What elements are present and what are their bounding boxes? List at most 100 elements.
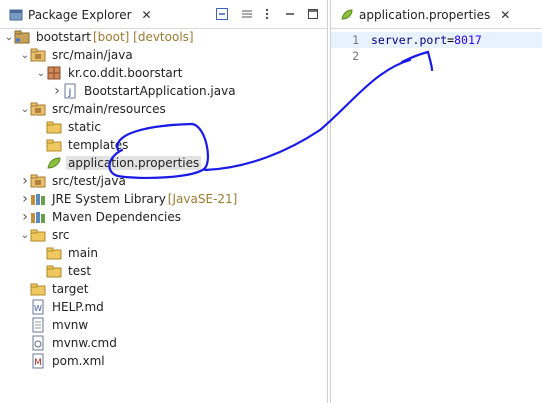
maximize-icon[interactable] [306,7,320,21]
line-number: 1 [352,33,359,47]
tab-application-properties[interactable]: application.properties ✕ [335,3,514,27]
code-line[interactable]: 2 [331,48,542,64]
folder-icon [30,227,46,243]
tree-item-label: mvnw.cmd [52,336,117,350]
tree-item-label: static [68,120,101,134]
folder-icon [46,119,62,135]
code-editor[interactable]: 1 server.port = 8017 2 [331,28,542,403]
tree-item[interactable]: › J BootstartApplication.java [0,82,327,100]
tree-item-label: src/test/java [52,174,126,188]
cmd-file-icon [30,335,46,351]
tree-item[interactable]: mvnw.cmd [0,334,327,352]
tree-item-label: Maven Dependencies [52,210,182,224]
tree-item-label: templates [68,138,129,152]
source-folder-icon [30,47,46,63]
maven-pom-icon: M [30,353,46,369]
source-folder-icon [30,173,46,189]
tree-item-label: pom.xml [52,354,105,368]
tree-item-decoration: [JavaSE-21] [167,192,238,206]
chevron-right-icon[interactable]: › [20,190,30,208]
tree-item-label: main [68,246,98,260]
code-equals: = [447,33,455,47]
view-menu-icon[interactable] [260,7,274,21]
code-key: server.port [371,33,448,47]
folder-icon [30,281,46,297]
chevron-right-icon[interactable]: › [20,172,30,190]
tree-item-label: application.properties [66,156,202,170]
tree-item[interactable]: ⌄ bootstart [boot] [devtools] [0,28,327,46]
text-file-icon [30,317,46,333]
markdown-file-icon: W [30,299,46,315]
tree-item[interactable]: › src/test/java [0,172,327,190]
chevron-right-icon[interactable]: › [20,208,30,226]
chevron-down-icon[interactable]: ⌄ [20,100,30,118]
tree-item[interactable]: ⌄ src/main/java [0,46,327,64]
tab-application-properties-label: application.properties [359,8,491,22]
minimize-icon[interactable] [283,7,297,21]
tree-item[interactable]: mvnw [0,316,327,334]
tree-item-label: bootstart [36,30,91,44]
package-explorer-view: Package Explorer ✕ ⌄ bootstart [boot] [de… [0,0,328,403]
tree-item-label: src [52,228,70,242]
chevron-down-icon[interactable]: ⌄ [20,46,30,64]
folder-icon [46,245,62,261]
chevron-down-icon[interactable]: ⌄ [4,28,14,46]
chevron-right-icon[interactable]: › [52,82,62,100]
editor-area: application.properties ✕ 1 server.port = 80… [330,0,542,403]
tree-item[interactable]: templates [0,136,327,154]
tree-item[interactable]: target [0,280,327,298]
tree-item-label: JRE System Library [52,192,166,206]
tree-item[interactable]: ⌄ kr.co.ddit.boorstart [0,64,327,82]
line-number: 2 [352,49,359,63]
tree-item[interactable]: W HELP.md [0,298,327,316]
tree-item[interactable]: static [0,118,327,136]
collapse-all-icon[interactable] [215,7,229,21]
library-icon [30,209,46,225]
close-icon[interactable]: ✕ [142,8,152,22]
editor-tabbar: application.properties ✕ [331,0,542,29]
code-line[interactable]: 1 server.port = 8017 [331,32,542,48]
library-icon [30,191,46,207]
tree-item-decoration: [boot] [devtools] [92,30,194,44]
tab-package-explorer-label: Package Explorer [28,8,132,22]
tree-item[interactable]: ⌄ src [0,226,327,244]
tab-package-explorer[interactable]: Package Explorer ✕ [4,3,156,27]
tree-item[interactable]: test [0,262,327,280]
chevron-down-icon[interactable]: ⌄ [36,64,46,82]
tree-item[interactable]: › Maven Dependencies [0,208,327,226]
svg-text:J: J [68,88,72,98]
tree-item-label: mvnw [52,318,89,332]
properties-file-icon [46,155,62,171]
tree-item[interactable]: main [0,244,327,262]
source-folder-icon [30,101,46,117]
tree-item[interactable]: application.properties [0,154,327,172]
close-icon[interactable]: ✕ [500,8,510,22]
java-file-icon: J [62,83,78,99]
package-explorer-icon [8,7,24,23]
tree-item-label: kr.co.ddit.boorstart [68,66,183,80]
svg-text:M: M [34,358,42,368]
package-explorer-tabbar: Package Explorer ✕ [0,0,327,29]
tree-item-label: BootstartApplication.java [84,84,236,98]
folder-icon [46,263,62,279]
tree-item-label: HELP.md [52,300,104,314]
chevron-down-icon[interactable]: ⌄ [20,226,30,244]
project-icon [14,29,30,45]
properties-file-icon [339,7,355,23]
package-icon [46,65,62,81]
focus-icon[interactable] [240,7,254,21]
tree-item[interactable]: Mpom.xml [0,352,327,370]
tree-item[interactable]: ⌄ src/main/resources [0,100,327,118]
tree-item-label: src/main/java [52,48,133,62]
code-value: 8017 [454,33,482,47]
tree-item[interactable]: › JRE System Library [JavaSE-21] [0,190,327,208]
